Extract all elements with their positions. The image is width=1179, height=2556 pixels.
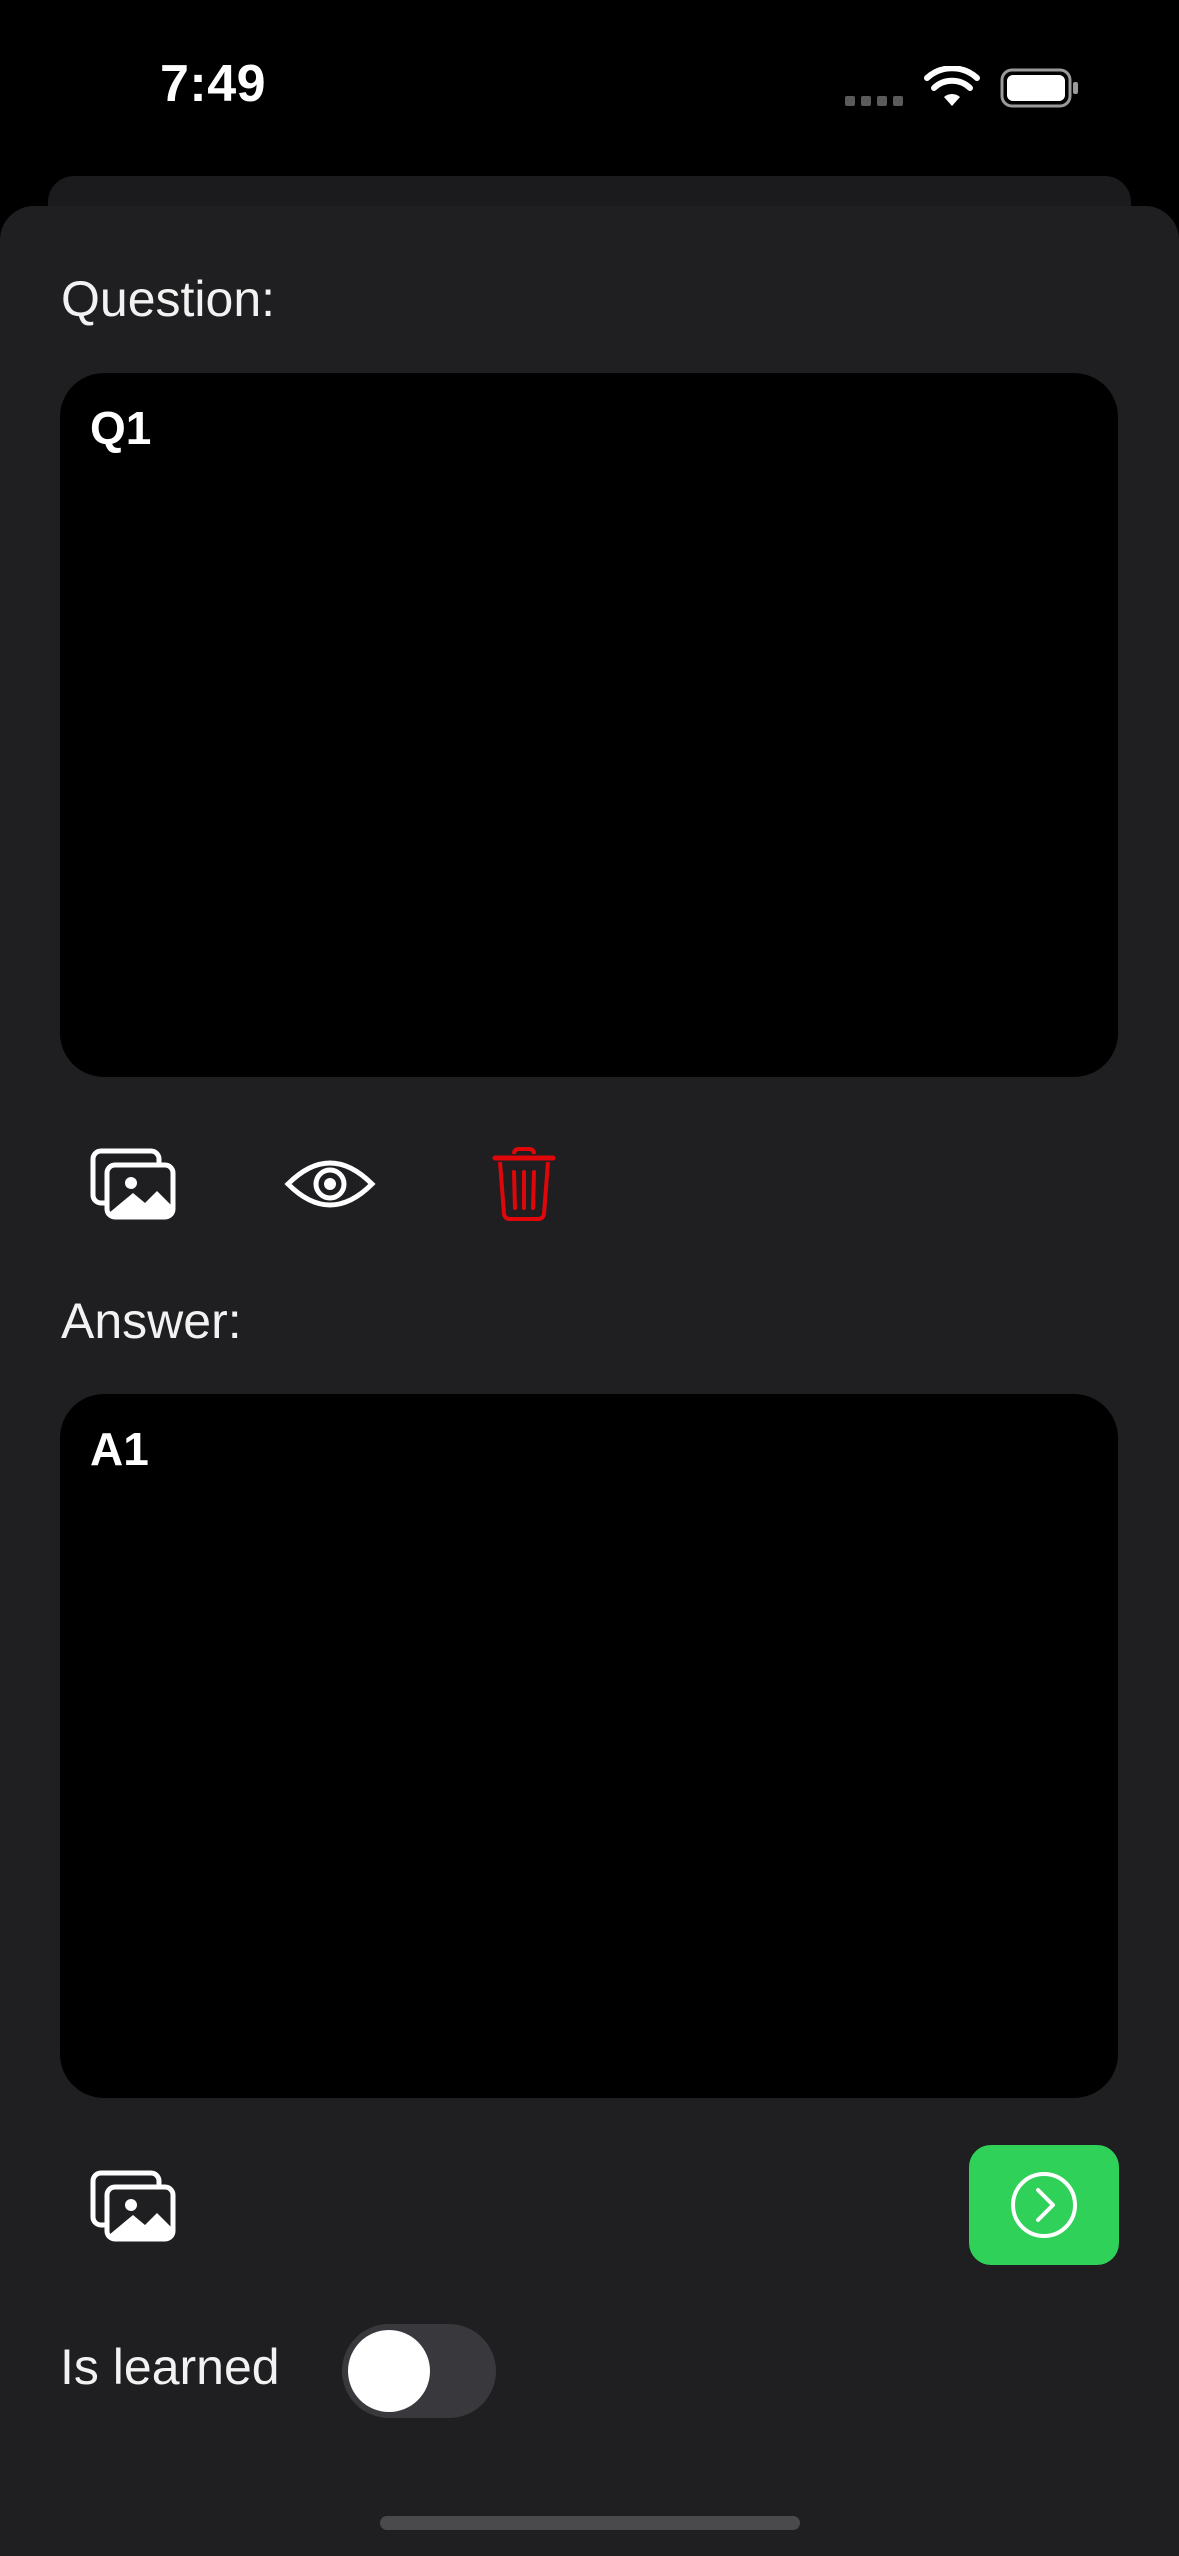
- answer-text-area[interactable]: A1: [60, 1394, 1118, 2098]
- answer-label: Answer:: [61, 1293, 242, 1349]
- is-learned-label: Is learned: [60, 2339, 280, 2395]
- signal-dots-icon: [845, 96, 903, 106]
- eye-icon: [284, 1160, 376, 1208]
- status-bar: 7:49: [0, 0, 1179, 170]
- question-delete-button[interactable]: [474, 1134, 574, 1234]
- question-add-image-button[interactable]: [84, 1134, 184, 1234]
- question-text-area[interactable]: Q1: [60, 373, 1118, 1077]
- next-arrow-icon: [1011, 2172, 1077, 2238]
- photo-library-icon: [90, 1148, 176, 1220]
- home-indicator: [380, 2516, 800, 2530]
- battery-icon: [1000, 68, 1078, 108]
- answer-text: A1: [90, 1423, 149, 1475]
- photo-library-icon: [90, 2170, 176, 2242]
- toggle-knob: [348, 2330, 430, 2412]
- trash-icon: [492, 1147, 556, 1221]
- question-preview-button[interactable]: [280, 1134, 380, 1234]
- wifi-icon: [924, 66, 980, 106]
- question-label: Question:: [61, 271, 276, 327]
- next-button[interactable]: [969, 2145, 1119, 2265]
- question-text: Q1: [90, 402, 152, 454]
- status-time: 7:49: [160, 55, 267, 113]
- is-learned-toggle[interactable]: [342, 2324, 496, 2418]
- answer-add-image-button[interactable]: [84, 2156, 184, 2256]
